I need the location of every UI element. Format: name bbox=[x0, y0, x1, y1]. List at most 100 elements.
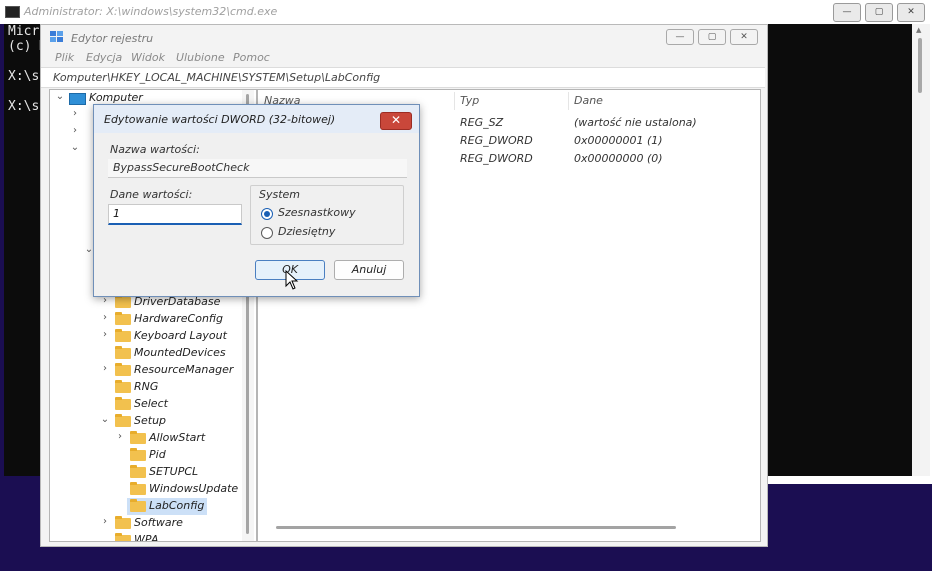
tree-label: MountedDevices bbox=[134, 346, 226, 359]
tree-label: AllowStart bbox=[149, 431, 206, 444]
column-header-data[interactable]: Dane bbox=[574, 94, 603, 107]
column-header-type[interactable]: Typ bbox=[460, 94, 479, 107]
tree-label: WindowsUpdate bbox=[149, 482, 239, 495]
cmd-close-button[interactable]: ✕ bbox=[897, 3, 925, 22]
tree-label: WPA bbox=[134, 533, 159, 542]
chevron-down-icon[interactable]: ⌄ bbox=[55, 91, 65, 102]
radio-decimal-label[interactable]: Dziesiętny bbox=[278, 225, 335, 238]
folder-icon bbox=[115, 516, 131, 529]
tree-label: LabConfig bbox=[149, 499, 205, 512]
tree-item-mounteddevices[interactable]: MountedDevices bbox=[50, 345, 240, 362]
regedit-app-icon bbox=[50, 31, 63, 42]
base-group-label: System bbox=[259, 188, 301, 201]
dialog-title: Edytowanie wartości DWORD (32-bitowej) bbox=[104, 113, 336, 126]
tree-item-windowsupdate[interactable]: WindowsUpdate bbox=[50, 481, 240, 498]
address-bar[interactable]: Komputer\HKEY_LOCAL_MACHINE\SYSTEM\Setup… bbox=[41, 67, 765, 88]
folder-icon bbox=[130, 465, 146, 478]
computer-icon bbox=[69, 93, 86, 105]
chevron-right-icon[interactable]: › bbox=[115, 431, 125, 442]
tree-label: Software bbox=[134, 516, 183, 529]
folder-icon bbox=[130, 431, 146, 444]
tree-label: Pid bbox=[149, 448, 166, 461]
chevron-right-icon[interactable]: › bbox=[100, 516, 110, 527]
tree-label: SETUPCL bbox=[149, 465, 199, 478]
regedit-menubar: Plik Edycja Widok Ulubione Pomoc bbox=[41, 48, 767, 66]
tree-item-setupcl[interactable]: SETUPCL bbox=[50, 464, 240, 481]
tree-label: RNG bbox=[134, 380, 159, 393]
value-data: 0x00000000 (0) bbox=[574, 152, 663, 165]
folder-icon bbox=[115, 397, 131, 410]
column-divider[interactable] bbox=[454, 92, 455, 110]
menu-view[interactable]: Widok bbox=[131, 51, 165, 64]
value-type: REG_DWORD bbox=[460, 134, 533, 147]
tree-item-select[interactable]: Select bbox=[50, 396, 240, 413]
chevron-right-icon[interactable]: › bbox=[100, 363, 110, 374]
cmd-window-title: Administrator: X:\windows\system32\cmd.e… bbox=[24, 5, 278, 18]
tree-item-software[interactable]: › Software bbox=[50, 515, 240, 532]
chevron-right-icon[interactable]: › bbox=[70, 108, 80, 119]
dialog-close-button[interactable]: ✕ bbox=[380, 112, 412, 130]
folder-icon bbox=[115, 346, 131, 359]
address-path: Komputer\HKEY_LOCAL_MACHINE\SYSTEM\Setup… bbox=[53, 71, 381, 84]
tree-item-resourcemanager[interactable]: › ResourceManager bbox=[50, 362, 240, 379]
tree-item-keyboard-layout[interactable]: › Keyboard Layout bbox=[50, 328, 240, 345]
radio-hexadecimal[interactable] bbox=[261, 208, 273, 220]
value-data: (wartość nie ustalona) bbox=[574, 116, 697, 129]
chevron-down-icon[interactable]: ⌄ bbox=[70, 142, 80, 153]
menu-help[interactable]: Pomoc bbox=[233, 51, 270, 64]
tree-label: ResourceManager bbox=[134, 363, 234, 376]
list-horizontal-scroll-thumb[interactable] bbox=[276, 526, 676, 529]
tree-item-wpa[interactable]: WPA bbox=[50, 532, 240, 542]
menu-edit[interactable]: Edycja bbox=[86, 51, 122, 64]
mouse-cursor-icon bbox=[285, 270, 299, 290]
folder-icon bbox=[115, 329, 131, 342]
folder-icon bbox=[115, 363, 131, 376]
regedit-close-button[interactable]: ✕ bbox=[730, 29, 758, 45]
tree-item-hardwareconfig[interactable]: › HardwareConfig bbox=[50, 311, 240, 328]
cancel-button[interactable]: Anuluj bbox=[334, 260, 404, 280]
chevron-right-icon[interactable]: › bbox=[100, 312, 110, 323]
value-type: REG_SZ bbox=[460, 116, 504, 129]
value-data-input[interactable]: 1 bbox=[108, 204, 242, 225]
folder-icon bbox=[130, 448, 146, 461]
folder-icon bbox=[115, 380, 131, 393]
value-data: 0x00000001 (1) bbox=[574, 134, 663, 147]
tree-item-pid[interactable]: Pid bbox=[50, 447, 240, 464]
cmd-maximize-button[interactable]: ▢ bbox=[865, 3, 893, 22]
cmd-scroll-thumb[interactable] bbox=[918, 38, 922, 93]
tree-label: Setup bbox=[134, 414, 167, 427]
scroll-up-icon[interactable]: ▲ bbox=[916, 26, 921, 34]
chevron-right-icon[interactable]: › bbox=[70, 125, 80, 136]
folder-icon bbox=[130, 499, 146, 512]
folder-icon bbox=[115, 533, 131, 541]
regedit-maximize-button[interactable]: ▢ bbox=[698, 29, 726, 45]
dialog-titlebar[interactable]: Edytowanie wartości DWORD (32-bitowej) ✕ bbox=[94, 105, 419, 133]
chevron-right-icon[interactable]: › bbox=[100, 329, 110, 340]
value-data-label: Dane wartości: bbox=[110, 188, 193, 201]
tree-item-allowstart[interactable]: › AllowStart bbox=[50, 430, 240, 447]
base-groupbox: System Szesnastkowy Dziesiętny bbox=[250, 185, 404, 245]
regedit-window-title: Edytor rejestru bbox=[71, 32, 154, 45]
cmd-minimize-button[interactable]: — bbox=[833, 3, 861, 22]
regedit-minimize-button[interactable]: — bbox=[666, 29, 694, 45]
value-name-field: BypassSecureBootCheck bbox=[108, 159, 407, 178]
tree-item-rng[interactable]: RNG bbox=[50, 379, 240, 396]
tree-label: Komputer bbox=[89, 91, 143, 104]
menu-file[interactable]: Plik bbox=[55, 51, 74, 64]
folder-icon bbox=[115, 295, 131, 308]
folder-icon bbox=[115, 312, 131, 325]
tree-item-labconfig-selected[interactable]: LabConfig bbox=[127, 498, 207, 515]
menu-favorites[interactable]: Ulubione bbox=[176, 51, 225, 64]
column-divider[interactable] bbox=[568, 92, 569, 110]
edit-dword-dialog: Edytowanie wartości DWORD (32-bitowej) ✕… bbox=[93, 104, 420, 297]
tree-label: HardwareConfig bbox=[134, 312, 224, 325]
radio-hexadecimal-label[interactable]: Szesnastkowy bbox=[278, 206, 356, 219]
regedit-titlebar[interactable]: Edytor rejestru — ▢ ✕ bbox=[41, 25, 767, 47]
tree-item-setup[interactable]: ⌄ Setup bbox=[50, 413, 240, 430]
cmd-scrollbar[interactable]: ▲ bbox=[912, 24, 930, 476]
radio-decimal[interactable] bbox=[261, 227, 273, 239]
chevron-down-icon[interactable]: ⌄ bbox=[100, 414, 110, 425]
cmd-titlebar[interactable]: Administrator: X:\windows\system32\cmd.e… bbox=[0, 0, 932, 24]
value-name-label: Nazwa wartości: bbox=[110, 143, 200, 156]
tree-label: Select bbox=[134, 397, 168, 410]
